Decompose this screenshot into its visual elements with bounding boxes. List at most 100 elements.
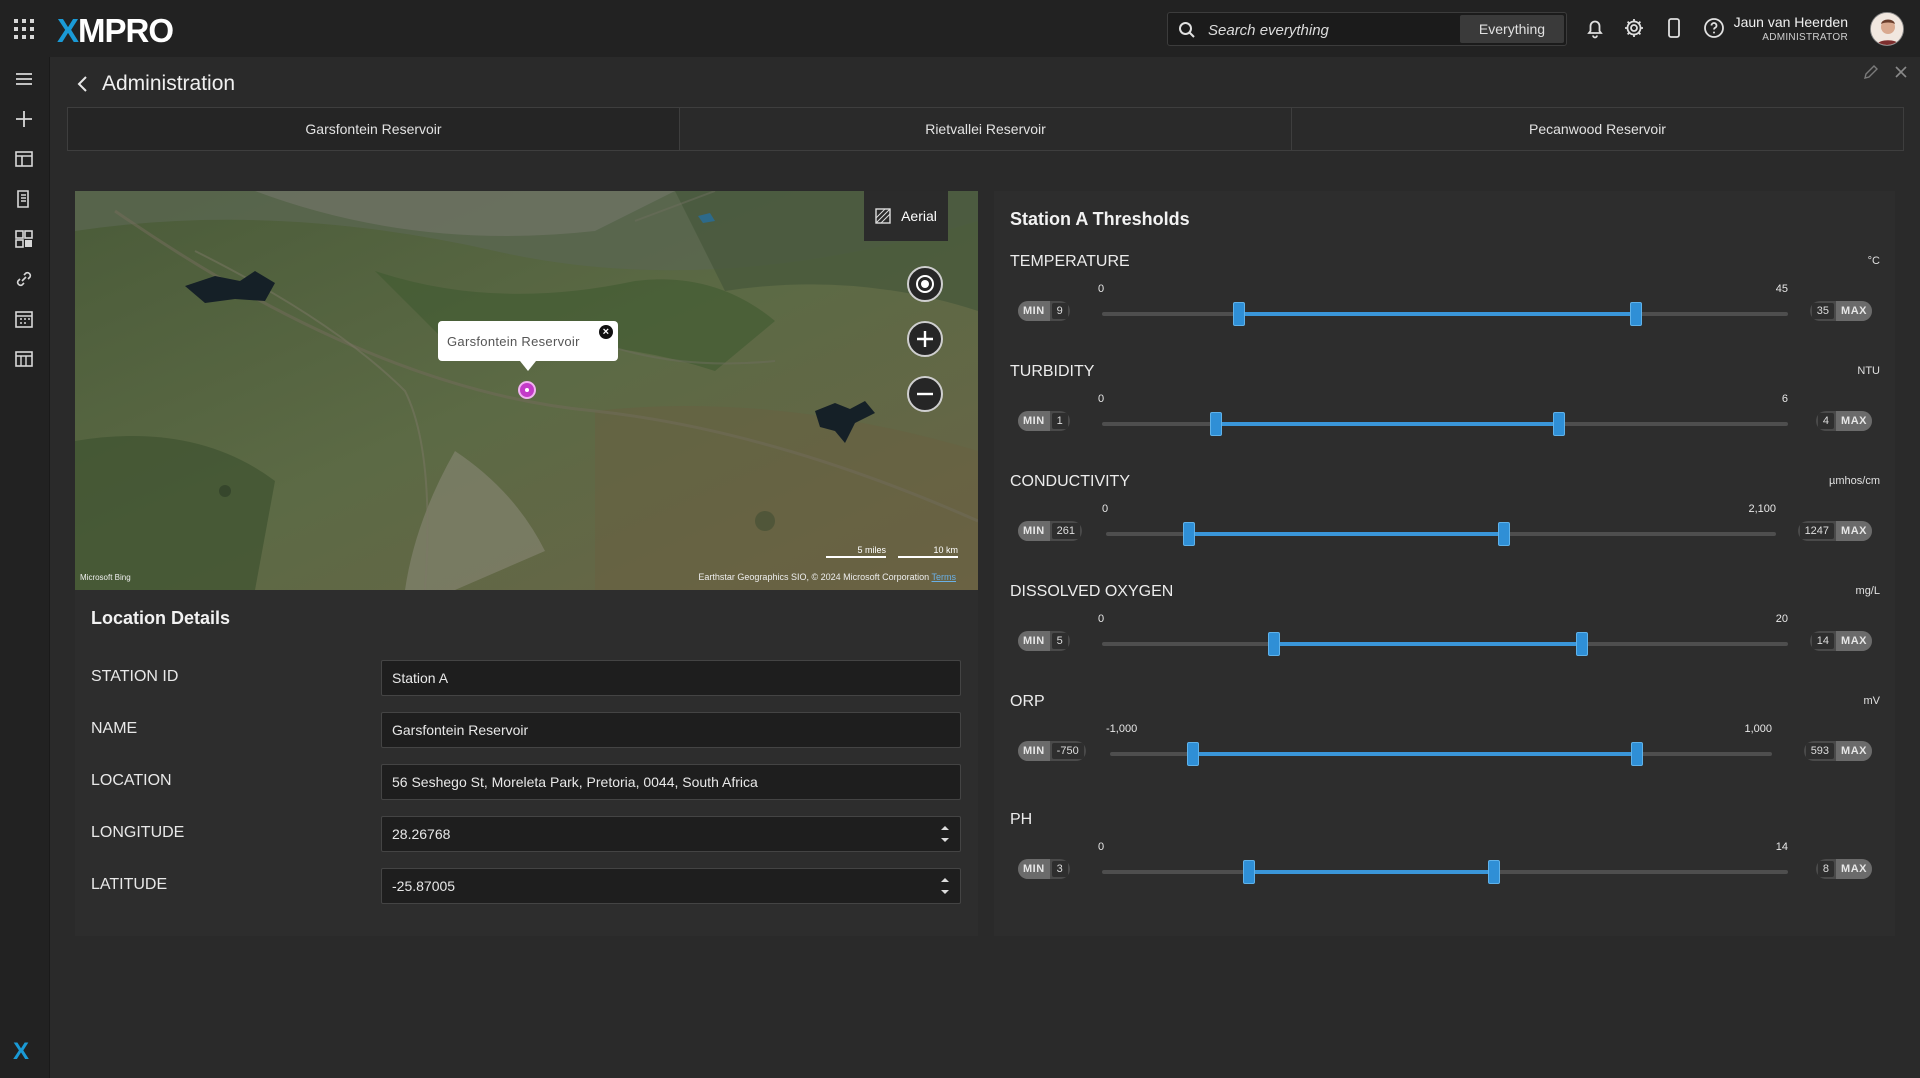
longitude-field[interactable]: 28.26768 <box>381 816 961 852</box>
locate-me-button[interactable] <box>907 266 943 302</box>
location-field[interactable]: 56 Seshego St, Moreleta Park, Pretoria, … <box>381 764 961 800</box>
stepper-icon[interactable] <box>940 874 950 898</box>
min-tag: MIN <box>1018 741 1050 761</box>
min-tag: MIN <box>1018 859 1050 879</box>
add-icon[interactable] <box>13 108 35 130</box>
gear-icon[interactable] <box>1622 16 1646 40</box>
xmpro-mark-icon[interactable]: X <box>13 1038 29 1066</box>
zoom-out-button[interactable] <box>907 376 943 412</box>
latitude-field[interactable]: -25.87005 <box>381 868 961 904</box>
max-slider-handle[interactable] <box>1553 412 1566 436</box>
min-value: 3 <box>1051 861 1068 877</box>
link-icon[interactable] <box>13 268 35 290</box>
search-icon <box>1179 22 1195 38</box>
threshold-slider-track[interactable] <box>1106 522 1776 546</box>
tab-garsfontein[interactable]: Garsfontein Reservoir <box>68 108 680 150</box>
user-name[interactable]: Jaun van Heerden <box>1734 14 1848 30</box>
search-input[interactable] <box>1208 19 1448 41</box>
threshold-temperature: TEMPERATURE °C MIN 9 0 45 35 MAX <box>1010 253 1880 363</box>
dashboard-icon[interactable] <box>13 148 35 170</box>
menu-icon[interactable] <box>13 68 35 90</box>
bell-icon[interactable] <box>1583 16 1607 40</box>
threshold-slider-fill <box>1189 532 1504 536</box>
min-slider-handle[interactable] <box>1233 302 1246 326</box>
threshold-orp: ORP mV MIN -750 -1,000 1,000 593 MAX <box>1010 693 1880 803</box>
edit-icon[interactable] <box>1862 63 1880 81</box>
name-field[interactable]: Garsfontein Reservoir <box>381 712 961 748</box>
range-max-label: 20 <box>1775 613 1788 625</box>
max-slider-handle[interactable] <box>1497 522 1510 546</box>
min-tag: MIN <box>1018 521 1050 541</box>
xmpro-logo[interactable]: XMPRO <box>57 12 174 50</box>
range-max-label: 45 <box>1775 283 1788 295</box>
location-pin-icon[interactable] <box>518 381 536 399</box>
threshold-slider-fill <box>1273 642 1583 646</box>
threshold-slider-fill <box>1192 752 1638 756</box>
location-details-panel: Location Details STATION ID Station A NA… <box>75 590 978 936</box>
map-view[interactable]: Aerial Garsfontein Reservoir × 5 miles 1… <box>75 191 978 590</box>
range-min-label: 0 <box>1102 503 1109 515</box>
threshold-slider-track[interactable] <box>1110 742 1772 766</box>
threshold-turbidity: TURBIDITY NTU MIN 1 0 6 4 MAX <box>1010 363 1880 473</box>
min-tag: MIN <box>1018 301 1050 321</box>
document-icon[interactable] <box>13 188 35 210</box>
min-value-pill: MIN 9 <box>1018 301 1070 321</box>
min-value-pill: MIN 1 <box>1018 411 1070 431</box>
threshold-conductivity: CONDUCTIVITY µmhos/cm MIN 261 0 2,100 12… <box>1010 473 1880 583</box>
min-value-pill: MIN 3 <box>1018 859 1070 879</box>
range-min-label: 0 <box>1098 393 1105 405</box>
max-tag: MAX <box>1836 411 1872 431</box>
max-value-pill: 8 MAX <box>1815 859 1872 879</box>
max-value-pill: 593 MAX <box>1803 741 1872 761</box>
max-slider-handle[interactable] <box>1629 302 1642 326</box>
threshold-name: ORP <box>1010 693 1045 710</box>
threshold-slider-track[interactable] <box>1102 412 1788 436</box>
threshold-unit: µmhos/cm <box>1829 475 1880 487</box>
page-title: Administration <box>102 72 236 95</box>
threshold-unit: NTU <box>1857 365 1880 377</box>
threshold-slider-track[interactable] <box>1102 860 1788 884</box>
threshold-slider-track[interactable] <box>1102 632 1788 656</box>
range-min-label: 0 <box>1098 613 1105 625</box>
apps-icon[interactable] <box>13 228 35 250</box>
threshold-name: CONDUCTIVITY <box>1010 473 1130 490</box>
map-layer-button[interactable]: Aerial <box>864 191 948 241</box>
avatar[interactable] <box>1870 12 1904 46</box>
min-slider-handle[interactable] <box>1186 742 1199 766</box>
tab-rietvallei[interactable]: Rietvallei Reservoir <box>680 108 1292 150</box>
help-icon[interactable] <box>1702 16 1726 40</box>
max-value: 1247 <box>1799 523 1835 539</box>
max-slider-handle[interactable] <box>1576 632 1589 656</box>
max-slider-handle[interactable] <box>1488 860 1500 884</box>
popup-close-button[interactable]: × <box>599 325 613 339</box>
map-attribution: Earthstar Geographics SIO, © 2024 Micros… <box>698 572 956 582</box>
max-value: 4 <box>1817 413 1835 429</box>
threshold-slider-track[interactable] <box>1102 302 1788 326</box>
search-scope-button[interactable]: Everything <box>1460 15 1564 43</box>
threshold-name: TEMPERATURE <box>1010 253 1130 270</box>
min-slider-handle[interactable] <box>1267 632 1280 656</box>
threshold-unit: mV <box>1863 695 1881 707</box>
zoom-in-button[interactable] <box>907 321 943 357</box>
mobile-icon[interactable] <box>1662 16 1686 40</box>
max-slider-handle[interactable] <box>1631 742 1644 766</box>
station-id-field[interactable]: Station A <box>381 660 961 696</box>
calendar-icon[interactable] <box>13 308 35 330</box>
latitude-label: LATITUDE <box>91 876 168 893</box>
tab-pecanwood[interactable]: Pecanwood Reservoir <box>1292 108 1903 150</box>
min-tag: MIN <box>1018 411 1050 431</box>
close-icon[interactable] <box>1892 63 1910 81</box>
range-min-label: -1,000 <box>1106 723 1138 735</box>
threshold-slider-fill <box>1216 422 1560 426</box>
min-slider-handle[interactable] <box>1243 860 1255 884</box>
min-slider-handle[interactable] <box>1183 522 1196 546</box>
threshold-dissolved-oxygen: DISSOLVED OXYGEN mg/L MIN 5 0 20 14 MAX <box>1010 583 1880 693</box>
table-icon[interactable] <box>13 348 35 370</box>
app-launcher-icon[interactable] <box>14 19 34 39</box>
min-slider-handle[interactable] <box>1210 412 1223 436</box>
stepper-icon[interactable] <box>940 822 950 846</box>
threshold-slider-fill <box>1239 312 1636 316</box>
back-icon[interactable] <box>76 74 90 94</box>
min-value: 5 <box>1051 633 1068 649</box>
terms-link[interactable]: Terms <box>932 572 957 582</box>
